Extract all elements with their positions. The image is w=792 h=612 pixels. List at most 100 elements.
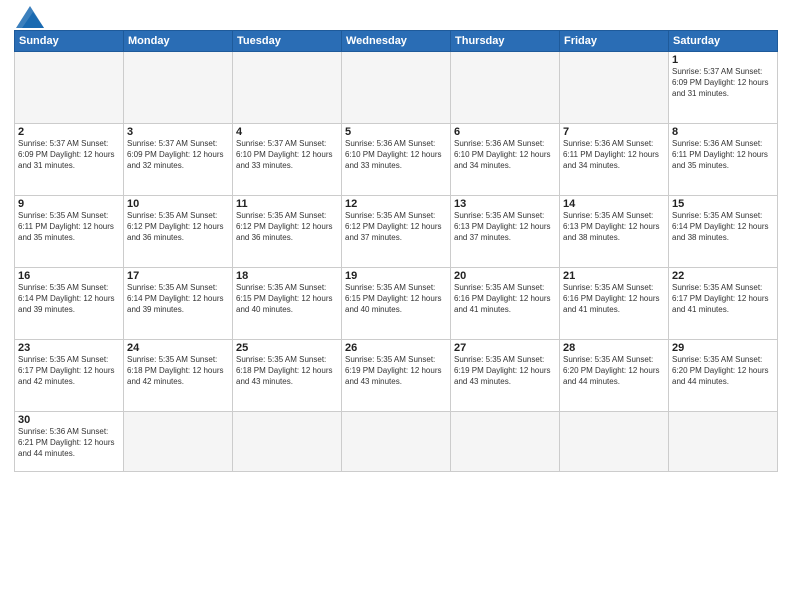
day-number: 11 [236,198,338,210]
header [14,10,778,28]
calendar-cell: 24Sunrise: 5:35 AM Sunset: 6:18 PM Dayli… [124,340,233,412]
day-number: 1 [672,54,774,66]
day-info: Sunrise: 5:36 AM Sunset: 6:11 PM Dayligh… [672,139,774,171]
calendar-cell: 3Sunrise: 5:37 AM Sunset: 6:09 PM Daylig… [124,124,233,196]
calendar-cell: 10Sunrise: 5:35 AM Sunset: 6:12 PM Dayli… [124,196,233,268]
day-number: 13 [454,198,556,210]
calendar-cell: 16Sunrise: 5:35 AM Sunset: 6:14 PM Dayli… [15,268,124,340]
calendar-cell [451,412,560,472]
calendar-cell [560,52,669,124]
calendar-cell: 9Sunrise: 5:35 AM Sunset: 6:11 PM Daylig… [15,196,124,268]
calendar-cell: 5Sunrise: 5:36 AM Sunset: 6:10 PM Daylig… [342,124,451,196]
day-number: 19 [345,270,447,282]
calendar-cell: 30Sunrise: 5:36 AM Sunset: 6:21 PM Dayli… [15,412,124,472]
calendar-cell [233,412,342,472]
day-number: 15 [672,198,774,210]
day-info: Sunrise: 5:35 AM Sunset: 6:20 PM Dayligh… [672,355,774,387]
calendar-cell [15,52,124,124]
day-number: 8 [672,126,774,138]
calendar-cell: 21Sunrise: 5:35 AM Sunset: 6:16 PM Dayli… [560,268,669,340]
day-info: Sunrise: 5:35 AM Sunset: 6:15 PM Dayligh… [236,283,338,315]
day-number: 26 [345,342,447,354]
calendar-cell: 14Sunrise: 5:35 AM Sunset: 6:13 PM Dayli… [560,196,669,268]
calendar-cell: 2Sunrise: 5:37 AM Sunset: 6:09 PM Daylig… [15,124,124,196]
day-info: Sunrise: 5:35 AM Sunset: 6:18 PM Dayligh… [236,355,338,387]
day-number: 4 [236,126,338,138]
day-number: 7 [563,126,665,138]
calendar-cell [342,412,451,472]
day-info: Sunrise: 5:35 AM Sunset: 6:12 PM Dayligh… [127,211,229,243]
day-info: Sunrise: 5:35 AM Sunset: 6:15 PM Dayligh… [345,283,447,315]
day-number: 30 [18,414,120,426]
calendar-cell [124,412,233,472]
day-number: 24 [127,342,229,354]
day-info: Sunrise: 5:35 AM Sunset: 6:17 PM Dayligh… [18,355,120,387]
header-row: SundayMondayTuesdayWednesdayThursdayFrid… [15,31,778,52]
col-header-monday: Monday [124,31,233,52]
day-number: 6 [454,126,556,138]
day-number: 2 [18,126,120,138]
calendar-cell: 29Sunrise: 5:35 AM Sunset: 6:20 PM Dayli… [669,340,778,412]
calendar-cell: 28Sunrise: 5:35 AM Sunset: 6:20 PM Dayli… [560,340,669,412]
day-info: Sunrise: 5:37 AM Sunset: 6:10 PM Dayligh… [236,139,338,171]
col-header-friday: Friday [560,31,669,52]
calendar-cell: 8Sunrise: 5:36 AM Sunset: 6:11 PM Daylig… [669,124,778,196]
day-number: 28 [563,342,665,354]
day-info: Sunrise: 5:35 AM Sunset: 6:14 PM Dayligh… [127,283,229,315]
day-info: Sunrise: 5:35 AM Sunset: 6:19 PM Dayligh… [454,355,556,387]
day-number: 9 [18,198,120,210]
day-info: Sunrise: 5:36 AM Sunset: 6:10 PM Dayligh… [454,139,556,171]
day-info: Sunrise: 5:35 AM Sunset: 6:16 PM Dayligh… [563,283,665,315]
day-info: Sunrise: 5:36 AM Sunset: 6:21 PM Dayligh… [18,427,120,459]
calendar-cell: 23Sunrise: 5:35 AM Sunset: 6:17 PM Dayli… [15,340,124,412]
day-number: 25 [236,342,338,354]
calendar-cell: 4Sunrise: 5:37 AM Sunset: 6:10 PM Daylig… [233,124,342,196]
calendar-cell: 1Sunrise: 5:37 AM Sunset: 6:09 PM Daylig… [669,52,778,124]
calendar-cell: 12Sunrise: 5:35 AM Sunset: 6:12 PM Dayli… [342,196,451,268]
day-info: Sunrise: 5:37 AM Sunset: 6:09 PM Dayligh… [127,139,229,171]
day-info: Sunrise: 5:35 AM Sunset: 6:13 PM Dayligh… [454,211,556,243]
calendar-cell [451,52,560,124]
day-info: Sunrise: 5:37 AM Sunset: 6:09 PM Dayligh… [672,67,774,99]
day-info: Sunrise: 5:35 AM Sunset: 6:18 PM Dayligh… [127,355,229,387]
calendar-cell: 15Sunrise: 5:35 AM Sunset: 6:14 PM Dayli… [669,196,778,268]
calendar-cell: 13Sunrise: 5:35 AM Sunset: 6:13 PM Dayli… [451,196,560,268]
calendar-cell: 19Sunrise: 5:35 AM Sunset: 6:15 PM Dayli… [342,268,451,340]
day-number: 21 [563,270,665,282]
day-info: Sunrise: 5:35 AM Sunset: 6:14 PM Dayligh… [672,211,774,243]
day-info: Sunrise: 5:35 AM Sunset: 6:16 PM Dayligh… [454,283,556,315]
day-number: 18 [236,270,338,282]
day-info: Sunrise: 5:35 AM Sunset: 6:13 PM Dayligh… [563,211,665,243]
calendar-cell: 6Sunrise: 5:36 AM Sunset: 6:10 PM Daylig… [451,124,560,196]
day-info: Sunrise: 5:35 AM Sunset: 6:20 PM Dayligh… [563,355,665,387]
logo-area [14,10,44,28]
logo-icon [16,6,44,28]
calendar-cell [233,52,342,124]
day-info: Sunrise: 5:35 AM Sunset: 6:11 PM Dayligh… [18,211,120,243]
col-header-sunday: Sunday [15,31,124,52]
calendar-cell: 17Sunrise: 5:35 AM Sunset: 6:14 PM Dayli… [124,268,233,340]
col-header-wednesday: Wednesday [342,31,451,52]
calendar-cell [669,412,778,472]
day-info: Sunrise: 5:35 AM Sunset: 6:19 PM Dayligh… [345,355,447,387]
calendar-cell: 25Sunrise: 5:35 AM Sunset: 6:18 PM Dayli… [233,340,342,412]
calendar-cell: 20Sunrise: 5:35 AM Sunset: 6:16 PM Dayli… [451,268,560,340]
day-info: Sunrise: 5:35 AM Sunset: 6:17 PM Dayligh… [672,283,774,315]
day-info: Sunrise: 5:35 AM Sunset: 6:12 PM Dayligh… [236,211,338,243]
calendar-cell: 18Sunrise: 5:35 AM Sunset: 6:15 PM Dayli… [233,268,342,340]
calendar-cell: 26Sunrise: 5:35 AM Sunset: 6:19 PM Dayli… [342,340,451,412]
day-number: 22 [672,270,774,282]
day-info: Sunrise: 5:37 AM Sunset: 6:09 PM Dayligh… [18,139,120,171]
day-number: 27 [454,342,556,354]
day-number: 3 [127,126,229,138]
day-number: 20 [454,270,556,282]
calendar-cell [124,52,233,124]
day-number: 10 [127,198,229,210]
calendar-table: SundayMondayTuesdayWednesdayThursdayFrid… [14,30,778,472]
day-number: 12 [345,198,447,210]
day-number: 14 [563,198,665,210]
day-info: Sunrise: 5:35 AM Sunset: 6:14 PM Dayligh… [18,283,120,315]
calendar-cell: 22Sunrise: 5:35 AM Sunset: 6:17 PM Dayli… [669,268,778,340]
day-info: Sunrise: 5:36 AM Sunset: 6:10 PM Dayligh… [345,139,447,171]
calendar-cell: 11Sunrise: 5:35 AM Sunset: 6:12 PM Dayli… [233,196,342,268]
